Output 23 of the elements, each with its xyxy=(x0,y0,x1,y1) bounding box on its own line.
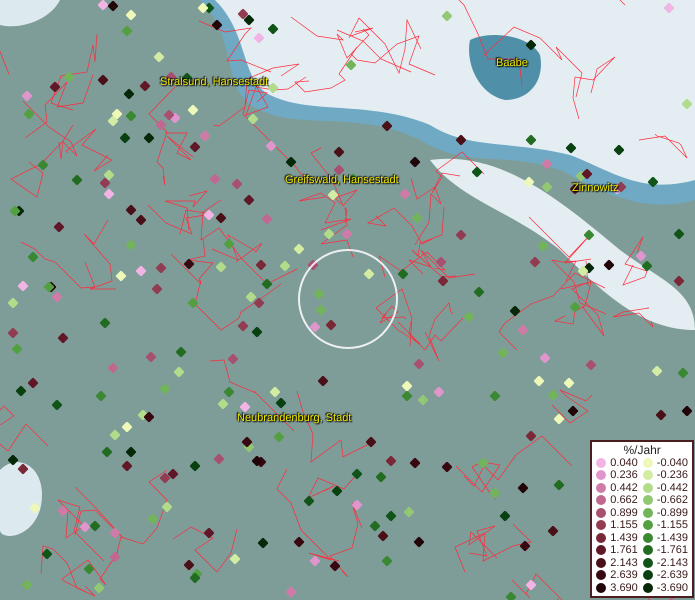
legend-value: 0.442 xyxy=(610,482,638,494)
legend-value: -1.155 xyxy=(656,519,688,532)
legend-value: 2.143 xyxy=(610,556,638,569)
legend-value: -1.439 xyxy=(656,532,688,544)
legend-value: 0.236 xyxy=(610,469,638,482)
legend-value: -3.690 xyxy=(656,582,688,594)
legend-value: -0.236 xyxy=(656,469,688,482)
legend-value: -0.040 xyxy=(656,456,688,469)
legend-value: -0.662 xyxy=(656,494,688,506)
legend-value: -0.899 xyxy=(656,506,688,519)
legend-value: 0.662 xyxy=(610,494,638,506)
legend-value: -2.143 xyxy=(656,556,688,569)
legend-value: -1.761 xyxy=(656,544,688,556)
legend-value: -2.639 xyxy=(656,569,688,582)
legend-value: 1.761 xyxy=(610,544,638,556)
legend-value: 2.639 xyxy=(610,569,638,582)
legend-value: 3.690 xyxy=(610,582,638,594)
legend-value: -0.442 xyxy=(656,482,688,494)
legend-title: %/Jahr xyxy=(622,442,662,456)
legend-value: 0.040 xyxy=(610,456,638,469)
legend-value: 1.155 xyxy=(610,519,638,532)
legend-value: 1.439 xyxy=(610,532,638,544)
legend-value: 0.899 xyxy=(610,506,638,519)
